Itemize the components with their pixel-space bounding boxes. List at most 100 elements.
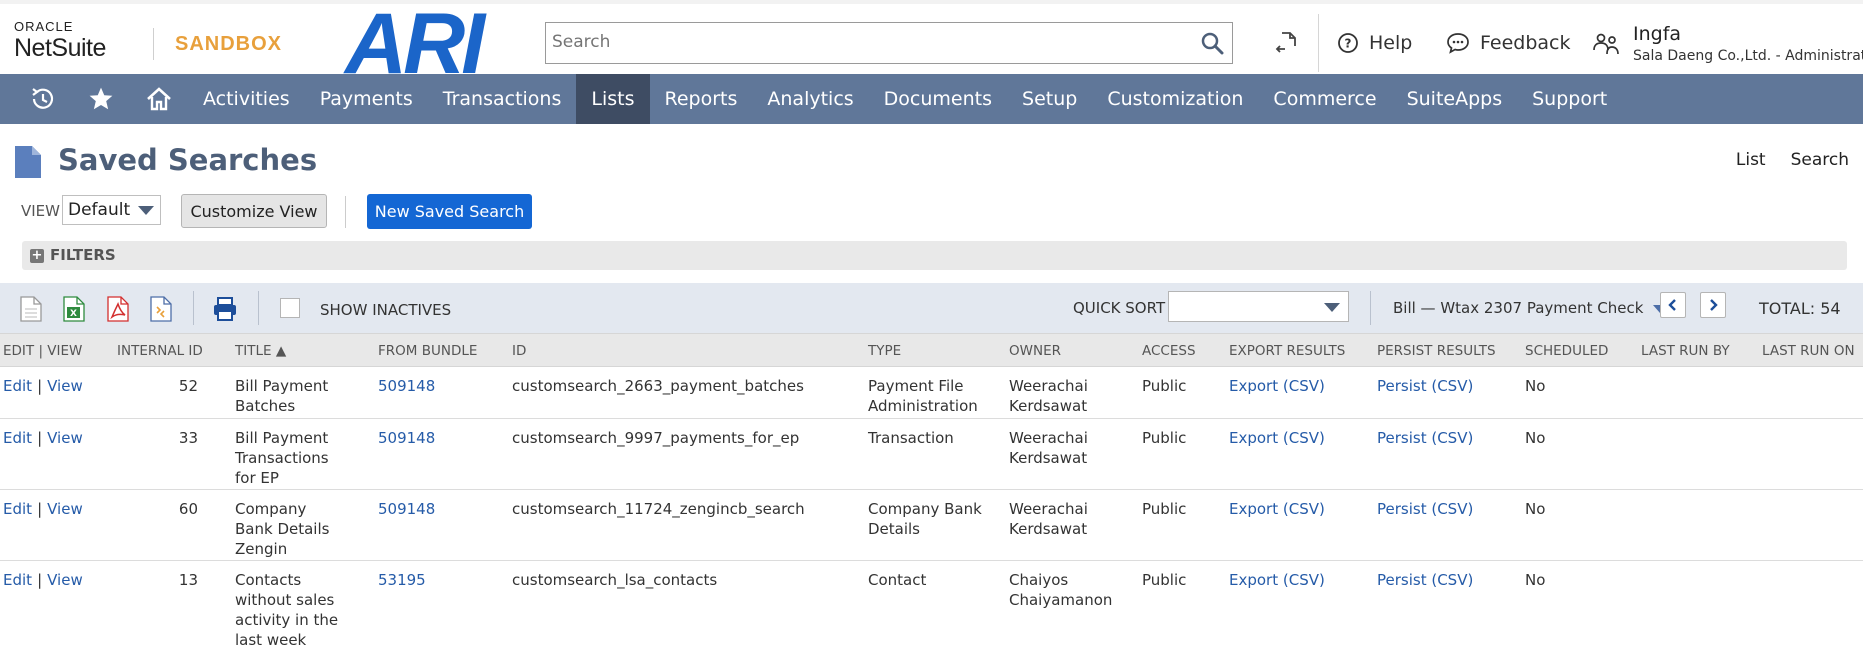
search-id: customsearch_11724_zengincb_search [512, 500, 805, 518]
nav-payments[interactable]: Payments [305, 74, 428, 124]
export-csv-icon[interactable] [150, 296, 172, 322]
view-link[interactable]: View [47, 429, 83, 447]
col-scheduled[interactable]: SCHEDULED [1525, 343, 1608, 359]
view-link[interactable]: View [47, 571, 83, 589]
page-document-icon [15, 146, 41, 178]
home-icon[interactable] [130, 74, 188, 124]
edit-link[interactable]: Edit [3, 500, 32, 518]
col-last-run-by[interactable]: LAST RUN BY [1641, 343, 1730, 359]
edit-view-links: Edit | View [3, 377, 83, 395]
col-type[interactable]: TYPE [868, 343, 901, 359]
nav-suiteapps[interactable]: SuiteApps [1392, 74, 1518, 124]
search-title: Bill Payment Transactions for EP [235, 429, 329, 487]
view-select-value: Default [68, 200, 131, 220]
view-link[interactable]: View [47, 377, 83, 395]
table-row: Edit | View 13 Contacts without sales acti… [0, 561, 1863, 647]
persist-csv-link[interactable]: Persist (CSV) [1377, 570, 1473, 590]
persist-csv-link[interactable]: Persist (CSV) [1377, 376, 1473, 396]
recent-history-icon[interactable] [14, 74, 72, 124]
search-title: Contacts without sales activity in the l… [235, 571, 339, 647]
view-select[interactable]: Default [62, 195, 161, 225]
chevron-down-icon [138, 206, 154, 215]
quick-sort-select[interactable] [1168, 291, 1349, 322]
search-icon[interactable] [1200, 31, 1224, 55]
col-access[interactable]: ACCESS [1142, 343, 1196, 359]
prev-page-button[interactable] [1660, 292, 1686, 318]
search-type: Payment File Administration [868, 377, 978, 415]
chevron-left-icon [1668, 299, 1676, 311]
col-edit-view: EDIT | VIEW [3, 343, 83, 359]
col-export-results[interactable]: EXPORT RESULTS [1229, 343, 1345, 359]
page-range-select[interactable]: Bill — Wtax 2307 Payment Check [1393, 299, 1668, 317]
user-name[interactable]: Ingfa [1633, 23, 1681, 45]
title-links: List Search [1736, 150, 1849, 170]
svg-text:X: X [70, 309, 77, 319]
bundle-link[interactable]: 509148 [378, 428, 435, 448]
filters-panel[interactable]: + FILTERS [22, 241, 1847, 270]
toolbar-separator [193, 291, 194, 325]
export-pdf-icon[interactable] [107, 296, 129, 322]
edit-link[interactable]: Edit [3, 429, 32, 447]
export-document-icon[interactable] [20, 296, 42, 322]
export-csv-link[interactable]: Export (CSV) [1229, 570, 1325, 590]
print-icon[interactable] [212, 296, 238, 322]
help-link[interactable]: ? Help [1337, 30, 1412, 56]
nav-lists[interactable]: Lists [576, 74, 650, 124]
col-internal-id[interactable]: INTERNAL ID [117, 343, 203, 359]
col-id[interactable]: ID [512, 343, 526, 359]
user-company-role[interactable]: Sala Daeng Co.,Ltd. - Administrator [1633, 48, 1863, 64]
quick-sort-label: QUICK SORT [1073, 299, 1166, 317]
col-owner[interactable]: OWNER [1009, 343, 1061, 359]
nav-setup[interactable]: Setup [1007, 74, 1092, 124]
list-toolbar: X SHOW INACTIVES QUICK SORT Bill — Wtax … [0, 283, 1863, 333]
search-input[interactable] [546, 23, 1166, 61]
edit-link[interactable]: Edit [3, 571, 32, 589]
customize-view-button[interactable]: Customize View [181, 194, 327, 228]
top-header: ORACLE NetSuite SANDBOX ARI ? Help Feedb… [0, 0, 1863, 87]
bundle-link[interactable]: 509148 [378, 499, 435, 519]
col-from-bundle[interactable]: FROM BUNDLE [378, 343, 477, 359]
nav-analytics[interactable]: Analytics [752, 74, 868, 124]
total-count: TOTAL: 54 [1759, 299, 1841, 318]
col-last-run-on[interactable]: LAST RUN ON [1762, 343, 1855, 359]
bundle-link[interactable]: 509148 [378, 376, 435, 396]
nav-documents[interactable]: Documents [869, 74, 1007, 124]
oracle-logo-text: ORACLE [14, 19, 74, 34]
nav-transactions[interactable]: Transactions [428, 74, 577, 124]
list-link[interactable]: List [1736, 150, 1766, 170]
expand-plus-icon[interactable]: + [30, 249, 44, 263]
recent-records-icon[interactable] [1273, 30, 1299, 56]
new-saved-search-button[interactable]: New Saved Search [367, 194, 532, 229]
nav-reports[interactable]: Reports [650, 74, 753, 124]
nav-support[interactable]: Support [1517, 74, 1622, 124]
internal-id: 52 [178, 377, 198, 395]
view-label: VIEW [21, 202, 60, 220]
nav-customization[interactable]: Customization [1092, 74, 1258, 124]
page-range-value: Bill — Wtax 2307 Payment Check [1393, 299, 1644, 317]
export-excel-icon[interactable]: X [63, 296, 85, 322]
nav-commerce[interactable]: Commerce [1258, 74, 1391, 124]
search-link[interactable]: Search [1791, 150, 1849, 170]
feedback-link[interactable]: Feedback [1446, 30, 1570, 56]
show-inactives-label: SHOW INACTIVES [320, 301, 452, 319]
nav-activities[interactable]: Activities [188, 74, 305, 124]
favorites-star-icon[interactable] [72, 74, 130, 124]
persist-csv-link[interactable]: Persist (CSV) [1377, 428, 1473, 448]
col-persist-results[interactable]: PERSIST RESULTS [1377, 343, 1496, 359]
search-title: Bill Payment Batches [235, 377, 329, 415]
view-link[interactable]: View [47, 500, 83, 518]
netsuite-logo[interactable]: NetSuite [14, 34, 106, 63]
export-csv-link[interactable]: Export (CSV) [1229, 499, 1325, 519]
persist-csv-link[interactable]: Persist (CSV) [1377, 499, 1473, 519]
col-title[interactable]: TITLE ▲ [235, 343, 286, 359]
export-csv-link[interactable]: Export (CSV) [1229, 428, 1325, 448]
user-roles-icon[interactable] [1592, 30, 1620, 58]
next-page-button[interactable] [1700, 292, 1726, 318]
show-inactives-checkbox[interactable] [280, 298, 300, 318]
edit-link[interactable]: Edit [3, 377, 32, 395]
search-title: Company Bank Details Zengin [235, 500, 330, 558]
bundle-link[interactable]: 53195 [378, 570, 426, 590]
export-csv-link[interactable]: Export (CSV) [1229, 376, 1325, 396]
toolbar-separator [1370, 291, 1371, 325]
global-search[interactable] [545, 22, 1233, 64]
